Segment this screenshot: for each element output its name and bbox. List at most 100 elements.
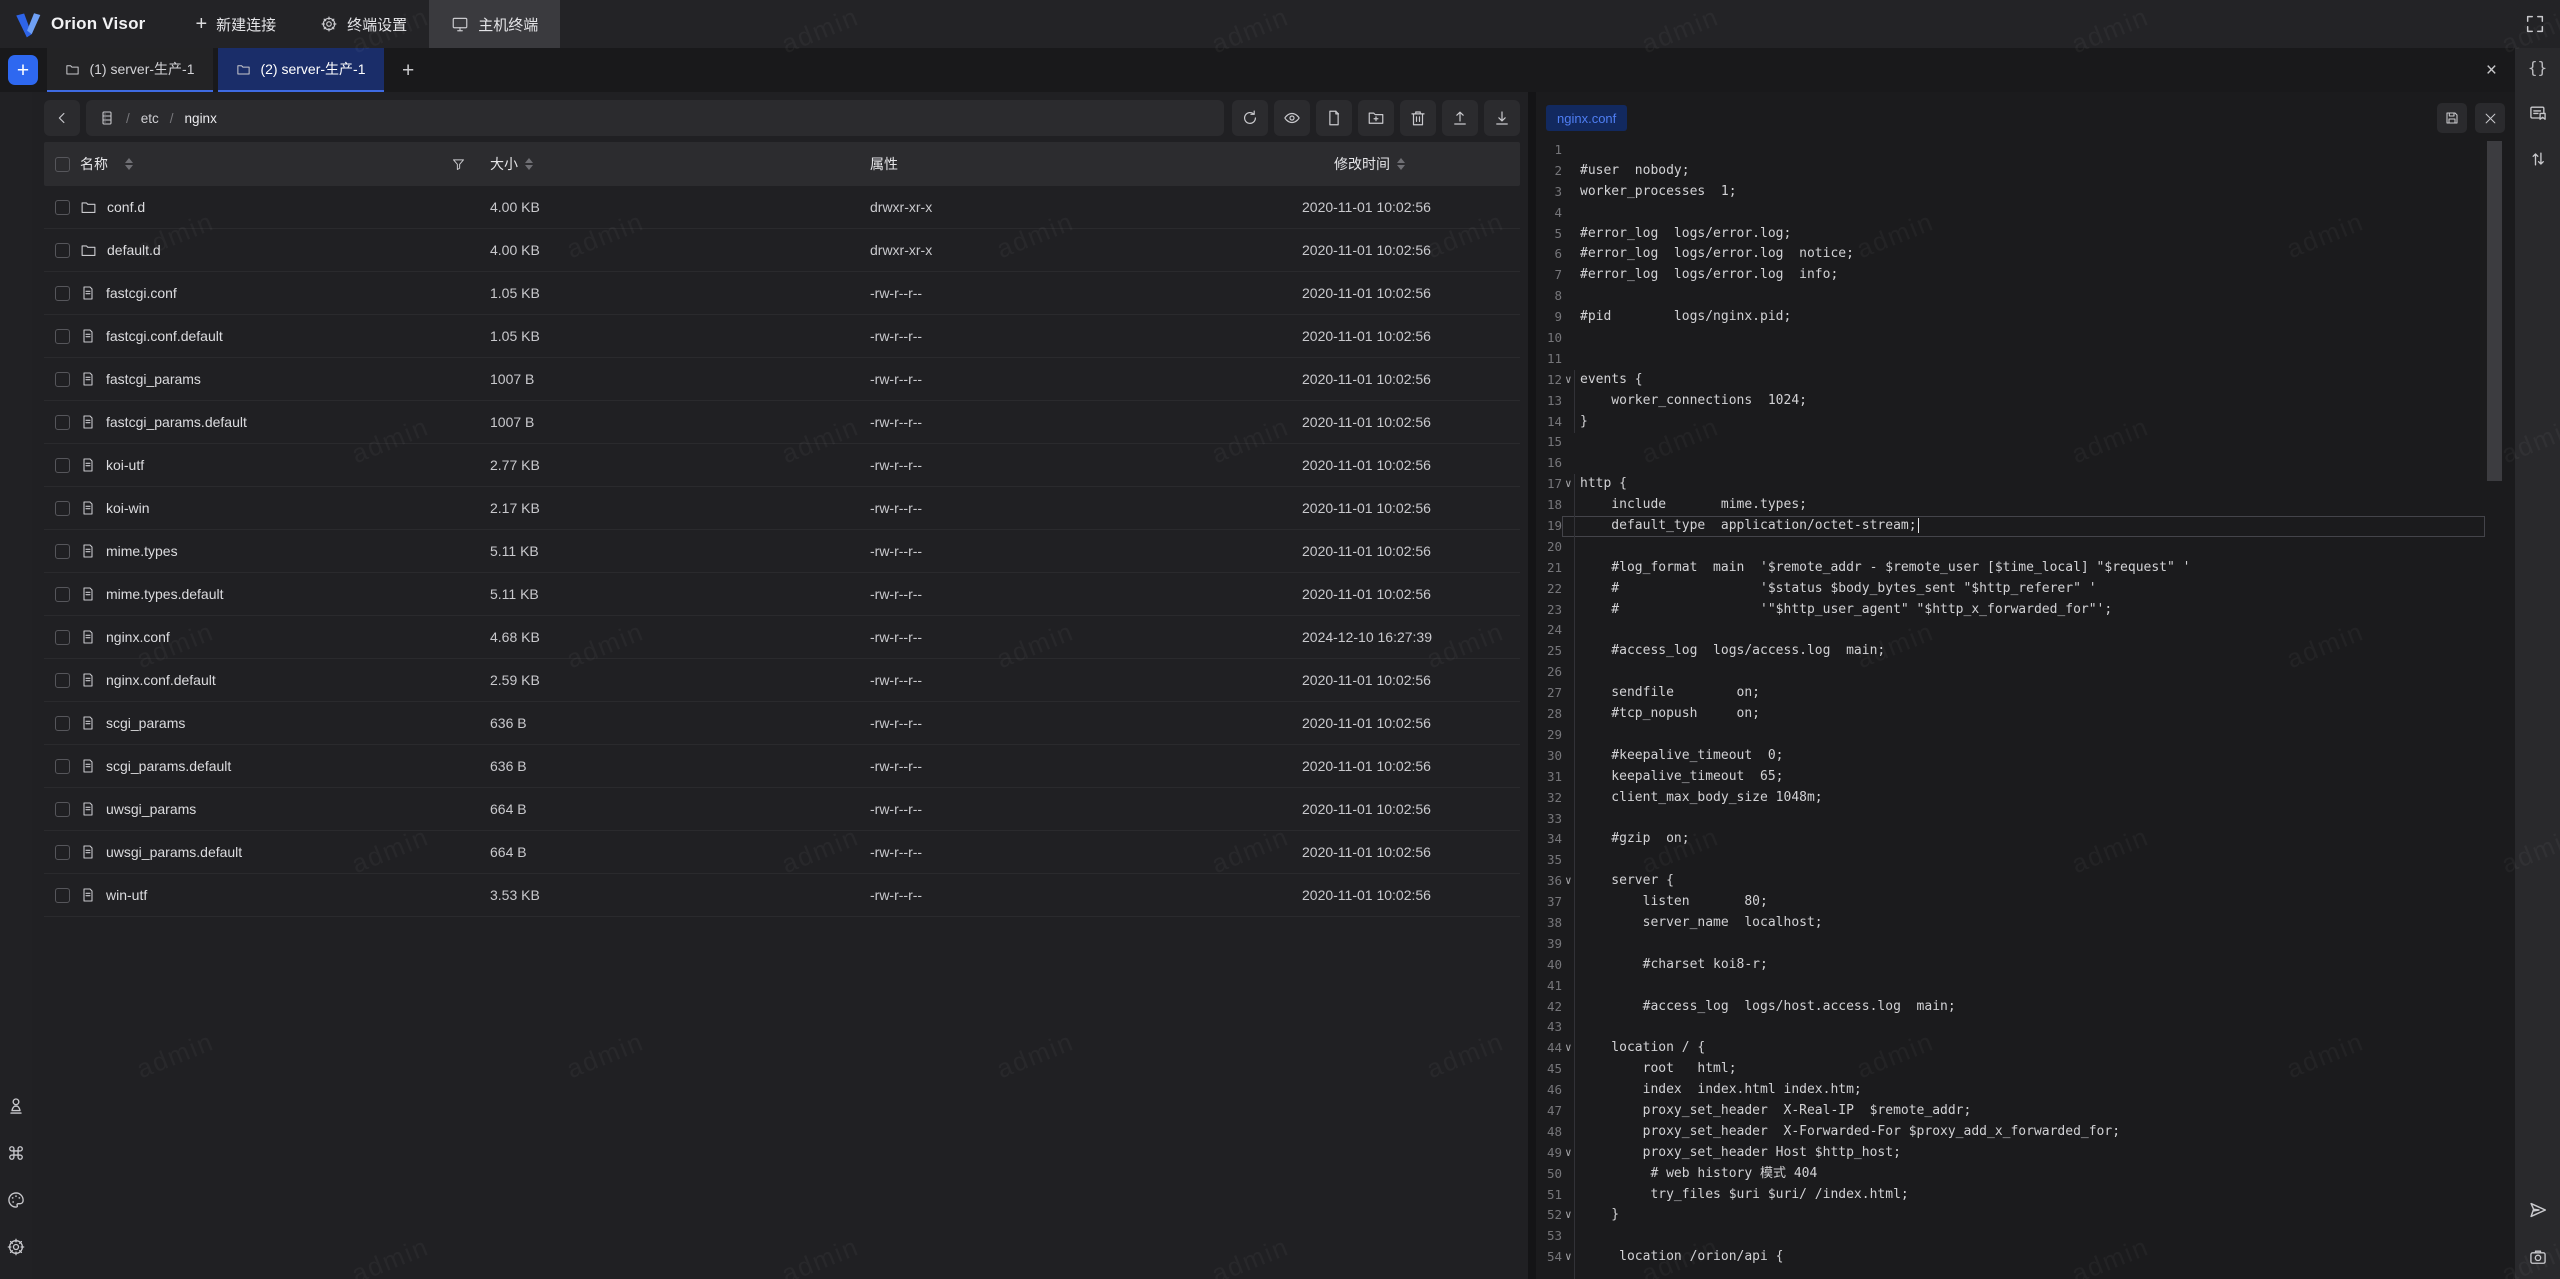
table-row[interactable]: nginx.conf 4.68 KB -rw-r--r-- 2024-12-10… xyxy=(44,616,1520,659)
row-checkbox[interactable] xyxy=(55,286,70,301)
code-line[interactable]: 36 ∨ server { xyxy=(1536,871,2515,892)
fold-chevron-icon[interactable] xyxy=(1562,746,1580,767)
fold-chevron-icon[interactable] xyxy=(1562,558,1580,579)
breadcrumb[interactable]: / etc / nginx xyxy=(86,100,1224,136)
row-checkbox[interactable] xyxy=(55,845,70,860)
fold-chevron-icon[interactable] xyxy=(1562,453,1580,474)
code-line[interactable]: 33 xyxy=(1536,809,2515,830)
code-line[interactable]: 3 worker_processes 1; xyxy=(1536,182,2515,203)
table-row[interactable]: win-utf 3.53 KB -rw-r--r-- 2020-11-01 10… xyxy=(44,874,1520,917)
row-checkbox[interactable] xyxy=(55,415,70,430)
code-line[interactable]: 15 xyxy=(1536,432,2515,453)
snippet-bookmark-icon[interactable] xyxy=(2528,103,2548,123)
fold-chevron-icon[interactable]: ∨ xyxy=(1562,871,1580,892)
code-line[interactable]: 27 sendfile on; xyxy=(1536,683,2515,704)
user-icon[interactable] xyxy=(6,1096,26,1116)
fold-chevron-icon[interactable] xyxy=(1562,1059,1580,1080)
code-line[interactable]: 44 ∨ location / { xyxy=(1536,1038,2515,1059)
table-row[interactable]: uwsgi_params.default 664 B -rw-r--r-- 20… xyxy=(44,831,1520,874)
code-line[interactable]: 5 #error_log logs/error.log; xyxy=(1536,224,2515,245)
row-checkbox[interactable] xyxy=(55,587,70,602)
code-line[interactable]: 28 #tcp_nopush on; xyxy=(1536,704,2515,725)
fold-chevron-icon[interactable] xyxy=(1562,955,1580,976)
row-checkbox[interactable] xyxy=(55,458,70,473)
code-line[interactable]: 7 #error_log logs/error.log info; xyxy=(1536,265,2515,286)
fold-chevron-icon[interactable] xyxy=(1562,203,1580,224)
file-name[interactable]: mime.types xyxy=(106,543,178,559)
fold-chevron-icon[interactable] xyxy=(1562,1122,1580,1143)
code-line[interactable]: 29 xyxy=(1536,725,2515,746)
code-line[interactable]: 20 xyxy=(1536,537,2515,558)
fold-chevron-icon[interactable] xyxy=(1562,913,1580,934)
row-checkbox[interactable] xyxy=(55,329,70,344)
file-name[interactable]: scgi_params xyxy=(106,715,185,731)
table-row[interactable]: uwsgi_params 664 B -rw-r--r-- 2020-11-01… xyxy=(44,788,1520,831)
delete-button[interactable] xyxy=(1400,100,1436,136)
code-line[interactable]: 50 # web history 模式 404 xyxy=(1536,1164,2515,1185)
file-name[interactable]: koi-utf xyxy=(106,457,144,473)
fold-chevron-icon[interactable] xyxy=(1562,286,1580,307)
code-line[interactable]: 39 xyxy=(1536,934,2515,955)
table-row[interactable]: fastcgi.conf 1.05 KB -rw-r--r-- 2020-11-… xyxy=(44,272,1520,315)
table-row[interactable]: scgi_params 636 B -rw-r--r-- 2020-11-01 … xyxy=(44,702,1520,745)
code-line[interactable]: 4 xyxy=(1536,203,2515,224)
code-line[interactable]: 30 #keepalive_timeout 0; xyxy=(1536,746,2515,767)
fold-chevron-icon[interactable] xyxy=(1562,850,1580,871)
file-name[interactable]: fastcgi_params xyxy=(106,371,201,387)
row-checkbox[interactable] xyxy=(55,759,70,774)
fold-chevron-icon[interactable]: ∨ xyxy=(1562,1038,1580,1059)
fold-chevron-icon[interactable] xyxy=(1562,182,1580,203)
row-checkbox[interactable] xyxy=(55,544,70,559)
file-name[interactable]: default.d xyxy=(107,242,161,258)
code-line[interactable]: 6 #error_log logs/error.log notice; xyxy=(1536,244,2515,265)
fold-chevron-icon[interactable]: ∨ xyxy=(1562,1247,1580,1268)
code-line[interactable]: 24 xyxy=(1536,620,2515,641)
code-line[interactable]: 10 xyxy=(1536,328,2515,349)
fold-chevron-icon[interactable] xyxy=(1562,537,1580,558)
fullscreen-button[interactable] xyxy=(2524,13,2546,35)
file-name[interactable]: mime.types.default xyxy=(106,586,224,602)
tab-server-2-active[interactable]: (2) server-生产-1 xyxy=(218,48,384,92)
fold-chevron-icon[interactable] xyxy=(1562,495,1580,516)
preview-button[interactable] xyxy=(1274,100,1310,136)
fold-chevron-icon[interactable]: ∨ xyxy=(1562,1143,1580,1164)
file-name[interactable]: win-utf xyxy=(106,887,147,903)
code-line[interactable]: 38 server_name localhost; xyxy=(1536,913,2515,934)
table-row[interactable]: nginx.conf.default 2.59 KB -rw-r--r-- 20… xyxy=(44,659,1520,702)
mtime-column-header[interactable]: 修改时间 xyxy=(1290,154,1520,174)
code-line[interactable]: 16 xyxy=(1536,453,2515,474)
menu-new-connection[interactable]: + 新建连接 xyxy=(173,0,298,48)
table-row[interactable]: fastcgi.conf.default 1.05 KB -rw-r--r-- … xyxy=(44,315,1520,358)
command-icon[interactable] xyxy=(6,1143,26,1163)
close-panel-button[interactable]: × xyxy=(2486,61,2497,80)
select-all-checkbox[interactable] xyxy=(55,157,70,172)
row-checkbox[interactable] xyxy=(55,243,70,258)
new-file-button[interactable] xyxy=(1316,100,1352,136)
code-line[interactable]: 17 ∨http { xyxy=(1536,474,2515,495)
filter-button[interactable] xyxy=(451,157,466,172)
row-checkbox[interactable] xyxy=(55,888,70,903)
code-line[interactable]: 52 ∨ } xyxy=(1536,1205,2515,1226)
fold-chevron-icon[interactable] xyxy=(1562,683,1580,704)
fold-chevron-icon[interactable] xyxy=(1562,1164,1580,1185)
file-name[interactable]: uwsgi_params.default xyxy=(106,844,242,860)
code-line[interactable]: 9 #pid logs/nginx.pid; xyxy=(1536,307,2515,328)
fold-chevron-icon[interactable] xyxy=(1562,1080,1580,1101)
file-name[interactable]: uwsgi_params xyxy=(106,801,196,817)
back-button[interactable] xyxy=(44,100,80,136)
code-editor[interactable]: 1 2 #user nobody; 3 worker_processes 1; … xyxy=(1536,136,2515,1279)
code-line[interactable]: 40 #charset koi8-r; xyxy=(1536,955,2515,976)
fold-chevron-icon[interactable] xyxy=(1562,704,1580,725)
save-file-button[interactable] xyxy=(2437,103,2467,133)
code-line[interactable]: 42 #access_log logs/host.access.log main… xyxy=(1536,997,2515,1018)
fold-chevron-icon[interactable] xyxy=(1562,892,1580,913)
fold-chevron-icon[interactable] xyxy=(1562,829,1580,850)
name-column-header[interactable]: 名称 xyxy=(80,154,490,174)
breadcrumb-segment-etc[interactable]: etc xyxy=(141,111,159,126)
fold-chevron-icon[interactable] xyxy=(1562,809,1580,830)
code-line[interactable]: 8 xyxy=(1536,286,2515,307)
fold-chevron-icon[interactable] xyxy=(1562,1101,1580,1122)
table-row[interactable]: fastcgi_params 1007 B -rw-r--r-- 2020-11… xyxy=(44,358,1520,401)
fold-chevron-icon[interactable] xyxy=(1562,224,1580,245)
table-row[interactable]: scgi_params.default 636 B -rw-r--r-- 202… xyxy=(44,745,1520,788)
